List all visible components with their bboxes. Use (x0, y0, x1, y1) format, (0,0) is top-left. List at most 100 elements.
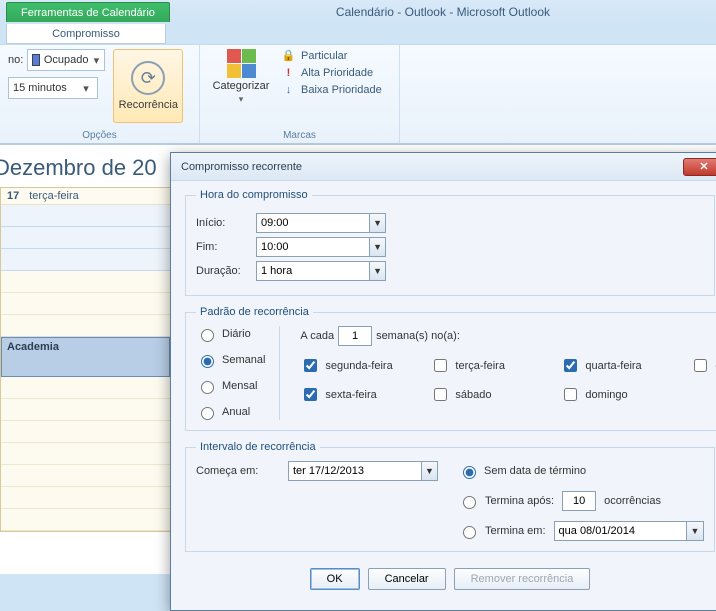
daily-radio[interactable]: Diário (196, 326, 265, 342)
day-name: terça-feira (29, 190, 79, 202)
private-button[interactable]: 🔒 Particular (282, 49, 382, 62)
categorize-label: Categorizar (213, 80, 270, 92)
recurrence-button[interactable]: ⟳ Recorrência (113, 49, 183, 123)
chevron-down-icon[interactable]: ▼ (369, 262, 385, 280)
time-slot[interactable] (1, 487, 170, 509)
recurrence-pattern-legend: Padrão de recorrência (196, 306, 313, 318)
end-after-count-input[interactable] (562, 491, 596, 511)
chevron-down-icon[interactable]: ▼ (369, 238, 385, 256)
ribbon: no: Ocupado ▾ 15 minutos ▾ ⟳ Recorrência… (0, 44, 716, 144)
time-slot[interactable] (1, 509, 170, 531)
end-label: Fim: (196, 241, 256, 253)
low-importance-button[interactable]: ↓ Baixa Prioridade (282, 84, 382, 96)
appointment-time-group: Hora do compromisso Início: ▼ Fim: ▼ Dur… (185, 189, 715, 296)
time-slot[interactable] (1, 421, 170, 443)
time-slot[interactable] (1, 249, 170, 271)
time-slot[interactable] (1, 377, 170, 399)
chevron-down-icon: ▾ (79, 82, 93, 95)
window-titlebar: Ferramentas de Calendário Calendário - O… (0, 0, 716, 24)
appointment-time-legend: Hora do compromisso (196, 189, 312, 201)
chevron-down-icon[interactable]: ▼ (369, 214, 385, 232)
start-time-input[interactable] (257, 214, 369, 232)
thursday-check[interactable]: quinta-feira (690, 356, 716, 375)
tuesday-check[interactable]: terça-feira (430, 356, 560, 375)
end-after-label-b: ocorrências (604, 495, 661, 507)
wednesday-check[interactable]: quarta-feira (560, 356, 690, 375)
duration-input[interactable] (257, 262, 369, 280)
close-button[interactable]: ✕ (683, 158, 716, 176)
time-slot[interactable] (1, 293, 170, 315)
friday-check[interactable]: sexta-feira (300, 385, 430, 404)
weekly-radio[interactable]: Semanal (196, 352, 265, 368)
show-as-value: Ocupado (44, 54, 89, 66)
categorize-icon (227, 49, 256, 78)
monday-check[interactable]: segunda-feira (300, 356, 430, 375)
time-slot[interactable] (1, 271, 170, 293)
options-group-label: Opções (8, 130, 191, 141)
recurrence-label: Recorrência (119, 99, 178, 111)
duration-combo[interactable]: ▼ (256, 261, 386, 281)
range-start-label: Começa em: (196, 465, 278, 477)
start-time-combo[interactable]: ▼ (256, 213, 386, 233)
range-start-combo[interactable]: ▼ (288, 461, 438, 481)
range-start-input[interactable] (289, 462, 421, 480)
close-icon: ✕ (699, 160, 708, 173)
low-importance-label: Baixa Prioridade (301, 84, 382, 96)
time-slot[interactable] (1, 399, 170, 421)
end-by-radio[interactable]: Termina em: (458, 523, 546, 539)
arrow-down-icon: ↓ (282, 84, 295, 96)
time-slot[interactable] (1, 205, 170, 227)
time-slot[interactable] (1, 227, 170, 249)
end-by-combo[interactable]: ▼ (554, 521, 704, 541)
categorize-button[interactable]: Categorizar ▾ (208, 49, 274, 105)
chevron-down-icon[interactable]: ▼ (686, 522, 702, 540)
exclamation-icon: ! (282, 67, 295, 79)
high-importance-button[interactable]: ! Alta Prioridade (282, 67, 382, 79)
sunday-check[interactable]: domingo (560, 385, 690, 404)
end-time-combo[interactable]: ▼ (256, 237, 386, 257)
private-label: Particular (301, 50, 347, 62)
end-by-input[interactable] (555, 522, 687, 540)
recurrence-range-group: Intervalo de recorrência Começa em: ▼ Se… (185, 441, 715, 552)
reminder-select[interactable]: 15 minutos ▾ (8, 77, 98, 99)
monthly-radio[interactable]: Mensal (196, 378, 265, 394)
show-as-label: no: (8, 54, 23, 66)
calendar-day-column: 17 terça-feira Academia (0, 187, 170, 532)
time-slot[interactable] (1, 315, 170, 337)
cancel-button[interactable]: Cancelar (368, 568, 446, 590)
remove-recurrence-button[interactable]: Remover recorrência (454, 568, 591, 590)
high-importance-label: Alta Prioridade (301, 67, 373, 79)
every-label-b: semana(s) no(a): (376, 330, 460, 342)
no-end-date-radio[interactable]: Sem data de término (458, 463, 704, 479)
window-title: Calendário - Outlook - Microsoft Outlook (170, 5, 716, 19)
show-as-select[interactable]: Ocupado ▾ (27, 49, 105, 71)
time-slot[interactable] (1, 465, 170, 487)
lock-icon: 🔒 (282, 49, 295, 62)
recurrence-range-legend: Intervalo de recorrência (196, 441, 320, 453)
calendar-tools-tab[interactable]: Ferramentas de Calendário (6, 2, 170, 22)
start-label: Início: (196, 217, 256, 229)
end-after-radio[interactable]: Termina após: (458, 493, 554, 509)
recurrence-icon: ⟳ (131, 61, 165, 95)
ok-button[interactable]: OK (310, 568, 360, 590)
duration-label: Duração: (196, 265, 256, 277)
chevron-down-icon: ▾ (93, 54, 101, 67)
end-time-input[interactable] (257, 238, 369, 256)
recurrence-pattern-group: Padrão de recorrência Diário Semanal Men… (185, 306, 716, 431)
busy-swatch-icon (32, 54, 40, 66)
chevron-down-icon: ▾ (239, 94, 244, 105)
reminder-value: 15 minutos (13, 82, 67, 94)
chevron-down-icon[interactable]: ▼ (421, 462, 437, 480)
tags-group-label: Marcas (208, 130, 391, 141)
yearly-radio[interactable]: Anual (196, 404, 265, 420)
appointment-tab[interactable]: Compromisso (6, 24, 166, 44)
day-number: 17 (7, 190, 19, 202)
dialog-title: Compromisso recorrente (181, 161, 683, 173)
calendar-event[interactable]: Academia (1, 337, 170, 377)
dialog-titlebar[interactable]: Compromisso recorrente ✕ (171, 153, 716, 181)
every-label-a: A cada (300, 330, 334, 342)
time-slot[interactable] (1, 443, 170, 465)
every-weeks-input[interactable] (338, 326, 372, 346)
saturday-check[interactable]: sábado (430, 385, 560, 404)
recurrence-dialog: Compromisso recorrente ✕ Hora do comprom… (170, 152, 716, 611)
